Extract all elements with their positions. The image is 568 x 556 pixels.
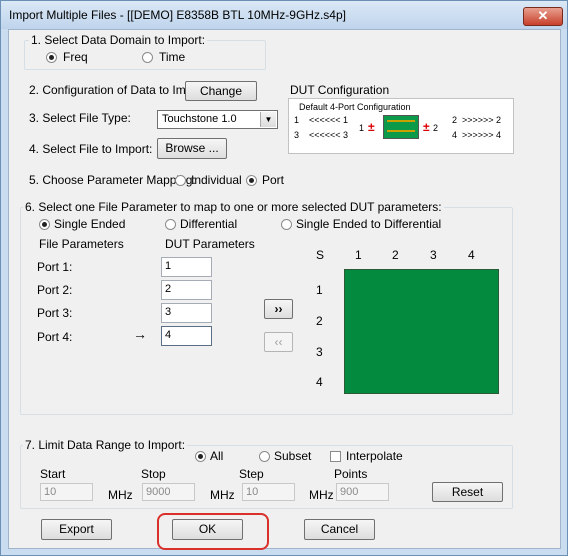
dut-config-label: DUT Configuration <box>290 83 390 97</box>
port-1-field[interactable]: 1 <box>161 257 212 277</box>
dut-port3-num: 3 <box>294 130 300 140</box>
file-type-label: 3. Select File Type: <box>29 111 131 125</box>
map-button[interactable]: ›› <box>264 299 293 319</box>
subset-label: Subset <box>274 449 312 463</box>
dut-port2-num: 2 <box>452 115 458 125</box>
import-multiple-files-dialog: Import Multiple Files - [[DEMO] E8358B B… <box>0 0 568 556</box>
s-parameter-matrix[interactable] <box>344 269 499 394</box>
points-field[interactable]: 900 <box>336 483 389 501</box>
file-import-label: 4. Select File to Import: <box>29 142 153 156</box>
stop-field[interactable]: 9000 <box>142 483 195 501</box>
port-3-label: Port 3: <box>37 306 73 320</box>
dut-params-header: DUT Parameters <box>165 237 255 251</box>
data-domain-group: 1. Select Data Domain to Import: Freq Ti… <box>24 33 266 70</box>
port-radio[interactable] <box>246 175 257 186</box>
matrix-col-2: 2 <box>392 248 399 262</box>
matrix-col-4: 4 <box>468 248 475 262</box>
stop-unit: MHz <box>210 488 235 502</box>
single-ended-radio[interactable] <box>39 219 50 230</box>
subset-radio[interactable] <box>259 451 270 462</box>
dut-config-panel: Default 4-Port Configuration 1 <<<<<< 1 … <box>288 98 514 154</box>
dut-port1-num: 1 <box>294 115 300 125</box>
dut-port1-end: 1 <box>343 115 349 125</box>
param-mapping-label: 5. Choose Parameter Mapping: <box>29 173 196 187</box>
cancel-button[interactable]: Cancel <box>304 519 375 540</box>
single-to-diff-radio[interactable] <box>281 219 292 230</box>
file-params-header: File Parameters <box>39 237 124 251</box>
dut-plusminus-right: ± <box>423 120 430 134</box>
data-range-group: 7. Limit Data Range to Import: All Subse… <box>20 438 513 509</box>
data-domain-label: 1. Select Data Domain to Import: <box>29 33 208 47</box>
dut-port3-arrows: <<<<<< <box>309 130 341 140</box>
matrix-row-3: 3 <box>316 345 323 359</box>
freq-radio[interactable] <box>46 52 57 63</box>
change-button[interactable]: Change <box>185 81 257 101</box>
current-port-arrow-icon: → <box>133 326 147 342</box>
points-label: Points <box>334 467 368 481</box>
dut-mid-right-num: 2 <box>433 123 439 133</box>
differential-label: Differential <box>180 217 238 231</box>
port-4-label: Port 4: <box>37 330 73 344</box>
all-label: All <box>210 449 224 463</box>
parameter-map-group: 6. Select one File Parameter to map to o… <box>20 200 513 415</box>
file-type-select[interactable]: Touchstone 1.0 ▼ <box>157 110 278 129</box>
data-range-label: 7. Limit Data Range to Import: <box>23 438 188 452</box>
matrix-col-1: 1 <box>355 248 362 262</box>
browse-button[interactable]: Browse ... <box>157 138 227 159</box>
interpolate-label: Interpolate <box>346 449 403 463</box>
port-1-label: Port 1: <box>37 260 73 274</box>
single-to-diff-label: Single Ended to Differential <box>296 217 442 231</box>
window-title: Import Multiple Files - [[DEMO] E8358B B… <box>9 8 346 22</box>
port-2-label: Port 2: <box>37 283 73 297</box>
chevron-down-icon[interactable]: ▼ <box>260 112 276 127</box>
dut-port2-arrows: >>>>>> <box>462 115 494 125</box>
start-label: Start <box>40 467 66 481</box>
dut-port4-end: 4 <box>496 130 502 140</box>
all-radio[interactable] <box>195 451 206 462</box>
time-radio[interactable] <box>142 52 153 63</box>
port-label: Port <box>262 173 285 187</box>
dut-mid-left-num: 1 <box>359 123 365 133</box>
start-unit: MHz <box>108 488 133 502</box>
time-label: Time <box>159 50 186 64</box>
dut-port4-num: 4 <box>452 130 458 140</box>
export-button[interactable]: Export <box>41 519 112 540</box>
dut-port4-arrows: >>>>>> <box>462 130 494 140</box>
dut-port2-end: 2 <box>496 115 502 125</box>
matrix-row-1: 1 <box>316 283 323 297</box>
port-4-field[interactable]: 4 <box>161 326 212 346</box>
ok-button[interactable]: OK <box>172 519 243 540</box>
stop-label: Stop <box>141 467 166 481</box>
unmap-button[interactable]: ‹‹ <box>264 332 293 352</box>
step-label: Step <box>239 467 264 481</box>
s-matrix-corner: S <box>316 248 325 262</box>
port-3-field[interactable]: 3 <box>161 303 212 323</box>
dut-port1-arrows: <<<<<< <box>309 115 341 125</box>
dut-config-title: Default 4-Port Configuration <box>299 102 411 112</box>
close-button[interactable]: ✕ <box>523 7 563 26</box>
dut-port3-end: 3 <box>343 130 349 140</box>
single-ended-label: Single Ended <box>54 217 126 231</box>
differential-radio[interactable] <box>165 219 176 230</box>
start-field[interactable]: 10 <box>40 483 93 501</box>
freq-label: Freq <box>63 50 88 64</box>
dialog-body: 1. Select Data Domain to Import: Freq Ti… <box>8 29 561 550</box>
interpolate-checkbox[interactable] <box>330 451 341 462</box>
matrix-row-2: 2 <box>316 314 323 328</box>
individual-radio[interactable] <box>175 175 186 186</box>
matrix-row-4: 4 <box>316 375 323 389</box>
individual-label: Individual <box>191 173 242 187</box>
title-bar[interactable]: Import Multiple Files - [[DEMO] E8358B B… <box>1 1 567 29</box>
step-field[interactable]: 10 <box>242 483 295 501</box>
file-type-value: Touchstone 1.0 <box>162 113 237 125</box>
dut-block-icon <box>383 115 419 139</box>
matrix-col-3: 3 <box>430 248 437 262</box>
step-unit: MHz <box>309 488 334 502</box>
dut-plusminus-left: ± <box>368 120 375 134</box>
port-2-field[interactable]: 2 <box>161 280 212 300</box>
reset-button[interactable]: Reset <box>432 482 503 502</box>
config-label: 2. Configuration of Data to Import: <box>29 83 210 97</box>
parameter-map-label: 6. Select one File Parameter to map to o… <box>23 200 444 214</box>
